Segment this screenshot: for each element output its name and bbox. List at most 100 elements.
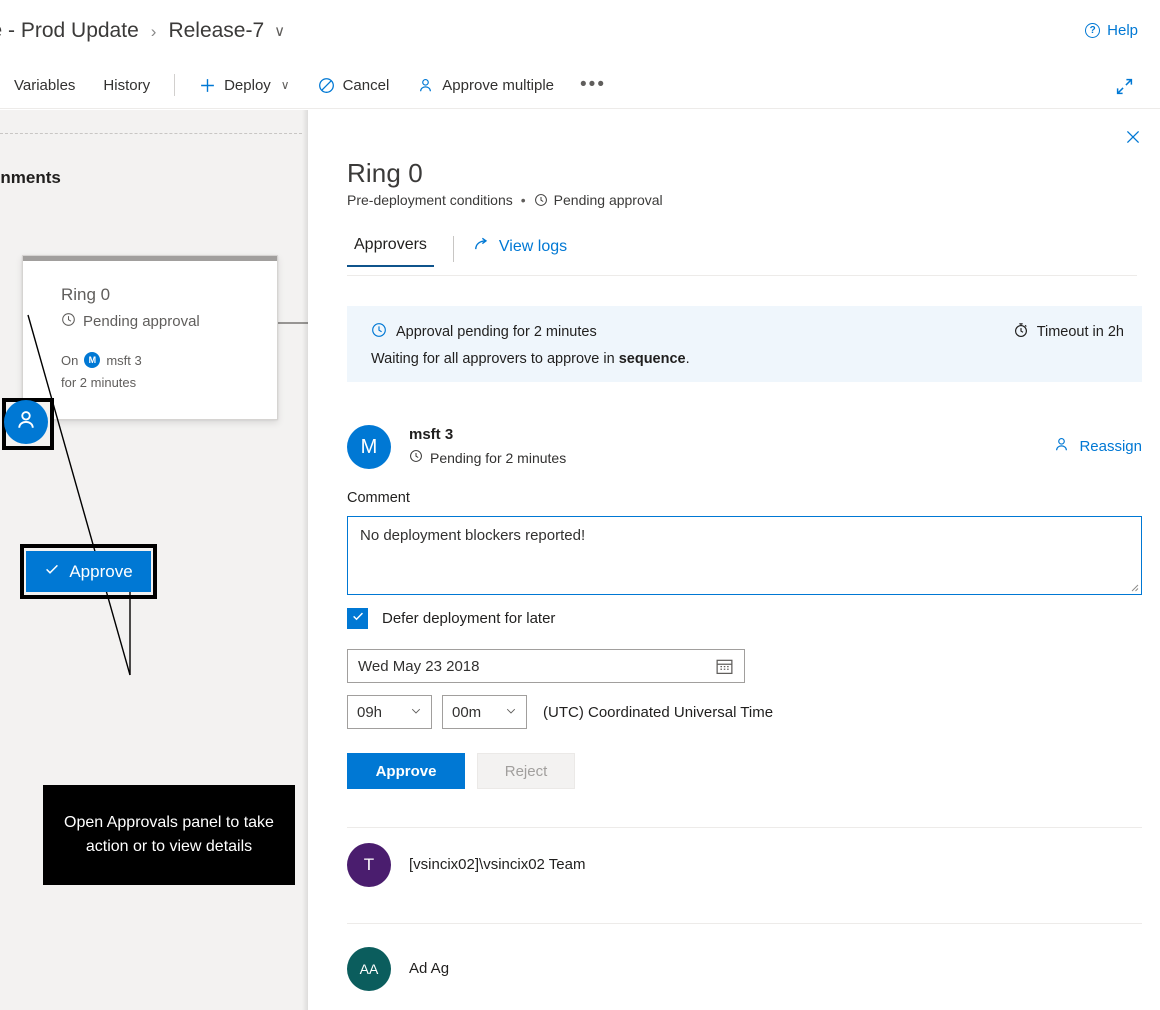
question-circle-icon: ? (1085, 23, 1100, 38)
banner-timeout-text: Timeout in 2h (1037, 324, 1124, 340)
divider (347, 827, 1142, 828)
breadcrumb-separator-icon: › (151, 23, 157, 40)
subtitle-dot: • (521, 192, 526, 208)
person-icon (1053, 436, 1070, 457)
defer-minute-value: 00m (452, 704, 481, 721)
panel-subtitle: Pre-deployment conditions • Pending appr… (347, 192, 663, 208)
toolbar-divider (174, 74, 175, 96)
calendar-icon[interactable] (715, 657, 734, 680)
stage-name: Ring 0 (61, 285, 110, 305)
panel-tabs: Approvers View logs (347, 236, 1137, 276)
approver-status-label: Pending for 2 minutes (430, 450, 566, 466)
avatar: AA (347, 947, 391, 991)
toolbar-item-cancel[interactable]: Cancel (304, 68, 404, 102)
approver-name: Ad Ag (409, 960, 449, 977)
toolbar: Variables History Deploy ∨ Cancel Approv… (0, 62, 1160, 109)
chevron-down-icon (505, 704, 517, 721)
approver-name: msft 3 (409, 426, 453, 443)
defer-minute-select[interactable]: 00m (442, 695, 527, 729)
canvas-divider (0, 133, 302, 134)
stage-card-ring-0[interactable]: Ring 0 Pending approval On M msft 3 for … (22, 255, 278, 420)
environments-heading: onments (0, 168, 61, 188)
stopwatch-icon (1013, 322, 1029, 342)
stage-approver-row: On M msft 3 (61, 352, 142, 368)
toolbar-item-deploy[interactable]: Deploy ∨ (185, 68, 304, 102)
cancel-circle-icon (318, 77, 335, 94)
view-logs-label: View logs (499, 238, 567, 256)
toolbar-label: Variables (14, 77, 75, 94)
canvas-approve-label: Approve (69, 562, 132, 582)
defer-date-input[interactable]: Wed May 23 2018 (347, 649, 745, 683)
clock-icon (371, 322, 387, 342)
breadcrumb: se - Prod Update › Release-7 ∨ (0, 19, 285, 43)
close-icon[interactable] (1118, 122, 1148, 152)
toolbar-item-history[interactable]: History (89, 68, 164, 102)
chevron-down-icon (410, 704, 422, 721)
avatar: M (84, 352, 100, 368)
on-prefix: On (61, 353, 78, 368)
comment-label: Comment (347, 490, 410, 506)
approver-status: Pending for 2 minutes (409, 449, 566, 466)
toolbar-label: Cancel (343, 77, 390, 94)
panel-title: Ring 0 (347, 158, 423, 189)
toolbar-overflow-button[interactable]: ••• (568, 68, 618, 102)
timezone-label: (UTC) Coordinated Universal Time (543, 704, 773, 721)
stage-status-label: Pending approval (83, 313, 200, 330)
approver-row-adag[interactable]: AA Ad Ag (347, 947, 1142, 991)
banner-waiting-suffix: . (686, 351, 690, 367)
reassign-label: Reassign (1079, 438, 1142, 455)
defer-date-value: Wed May 23 2018 (358, 658, 479, 675)
canvas-approve-button[interactable]: Approve (26, 551, 151, 592)
stage-duration: for 2 minutes (61, 375, 136, 390)
breadcrumb-bar: se - Prod Update › Release-7 ∨ ? Help (0, 0, 1160, 62)
defer-checkbox[interactable] (347, 608, 368, 629)
approval-status-banner: Approval pending for 2 minutes Timeout i… (347, 306, 1142, 382)
approver-name: [vsincix02]\vsincix02 Team (409, 856, 585, 873)
tab-divider (453, 236, 454, 262)
chevron-down-icon[interactable]: ∨ (274, 22, 285, 40)
checkmark-icon (44, 561, 60, 582)
approver-row-primary: M msft 3 Pending for 2 minutes Reassign (347, 425, 1142, 471)
defer-hour-select[interactable]: 09h (347, 695, 432, 729)
banner-waiting-text: Waiting for all approvers to approve in … (371, 351, 1124, 367)
approvals-badge-button[interactable] (4, 400, 48, 444)
reject-button: Reject (477, 753, 575, 789)
chevron-down-icon: ∨ (281, 78, 290, 92)
toolbar-label: History (103, 77, 150, 94)
breadcrumb-current[interactable]: Release-7 (168, 19, 264, 43)
tab-approvers[interactable]: Approvers (347, 236, 434, 267)
defer-label: Defer deployment for later (382, 610, 555, 627)
panel-subtitle-status: Pending approval (554, 192, 663, 208)
external-arrow-icon (473, 236, 490, 258)
stage-approver-name: msft 3 (106, 353, 141, 368)
approver-row-team[interactable]: T [vsincix02]\vsincix02 Team (347, 843, 1142, 887)
toolbar-item-approve-multiple[interactable]: Approve multiple (403, 68, 568, 102)
expand-diagonal-icon[interactable] (1110, 72, 1138, 100)
reassign-button[interactable]: Reassign (1053, 436, 1142, 457)
divider (347, 923, 1142, 924)
approval-actions: Approve Reject (347, 753, 575, 789)
plus-icon (199, 77, 216, 94)
clock-icon (534, 192, 548, 208)
avatar: M (347, 425, 391, 469)
breadcrumb-parent[interactable]: se - Prod Update (0, 19, 139, 43)
banner-pending-text: Approval pending for 2 minutes (396, 324, 597, 340)
person-icon (14, 408, 38, 437)
defer-deployment-checkbox-row[interactable]: Defer deployment for later (347, 608, 555, 629)
stage-connector (278, 322, 308, 324)
clock-icon (61, 312, 76, 331)
approve-button[interactable]: Approve (347, 753, 465, 789)
stage-status: Pending approval (61, 312, 200, 331)
comment-input[interactable] (347, 516, 1142, 595)
view-logs-link[interactable]: View logs (473, 236, 567, 258)
tabs-underline-rule (347, 275, 1137, 276)
stage-card-status-bar (23, 256, 277, 261)
banner-waiting-bold: sequence (619, 351, 686, 367)
help-label: Help (1107, 22, 1138, 39)
toolbar-item-variables[interactable]: Variables (0, 68, 89, 102)
callout-tooltip: Open Approvals panel to take action or t… (43, 785, 295, 885)
checkmark-icon (351, 609, 365, 628)
pipeline-canvas: onments Ring 0 Pending approval On M msf… (0, 110, 308, 1010)
help-button[interactable]: ? Help (1085, 22, 1138, 39)
defer-hour-value: 09h (357, 704, 382, 721)
